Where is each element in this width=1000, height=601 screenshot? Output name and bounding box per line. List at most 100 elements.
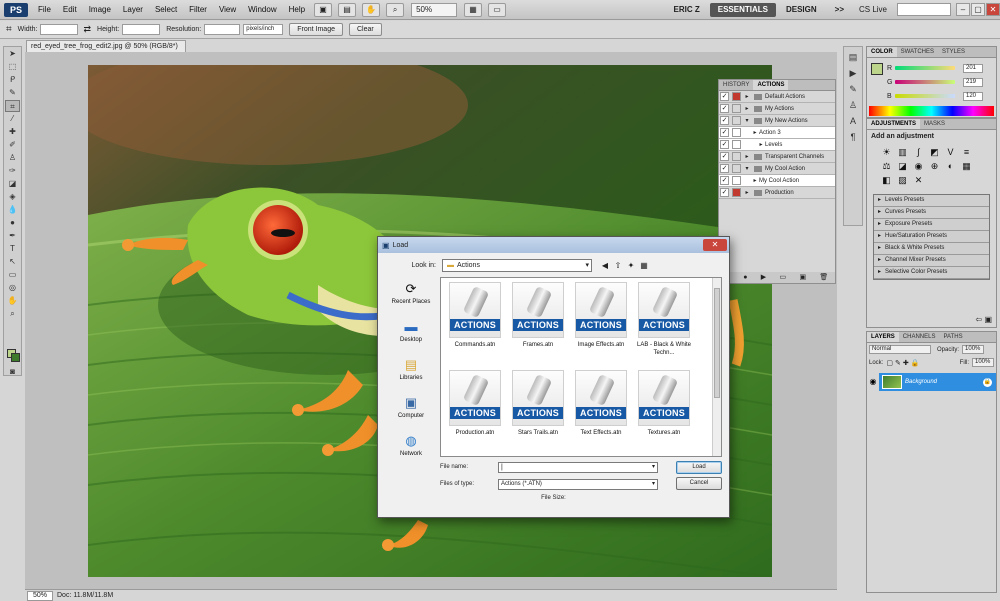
brushes-panel-icon[interactable]: ✎: [846, 83, 860, 95]
menu-view[interactable]: View: [213, 0, 242, 20]
3d-rotate-tool-icon[interactable]: ◎: [5, 282, 20, 294]
preset-curves[interactable]: Curves Presets: [874, 207, 989, 219]
menu-select[interactable]: Select: [149, 0, 183, 20]
green-value-field[interactable]: 219: [963, 77, 983, 87]
preset-channel-mixer[interactable]: Channel Mixer Presets: [874, 255, 989, 267]
place-computer[interactable]: ▣ Computer: [386, 395, 436, 431]
action-row[interactable]: ✓ ▸ My Actions: [719, 103, 835, 115]
arrange-documents-icon[interactable]: ▦: [464, 2, 483, 17]
dialog-toggle-icon[interactable]: [732, 188, 741, 197]
check-icon[interactable]: ✓: [720, 164, 729, 173]
clone-stamp-tool-icon[interactable]: ♙: [5, 152, 20, 164]
menu-file[interactable]: File: [32, 0, 57, 20]
check-icon[interactable]: ✓: [720, 140, 729, 149]
delete-icon[interactable]: 🗑: [819, 272, 828, 283]
file-item[interactable]: ACTIONS Textures.atn: [635, 370, 693, 450]
dodge-tool-icon[interactable]: ●: [5, 217, 20, 229]
file-name-input[interactable]: | ▾: [498, 462, 658, 473]
dialog-toggle-icon[interactable]: [732, 176, 741, 185]
expand-triangle-icon[interactable]: ▸: [751, 177, 759, 184]
hand-tool-icon[interactable]: ✋: [362, 2, 381, 17]
tab-color[interactable]: COLOR: [867, 47, 897, 57]
scrollbar-thumb[interactable]: [714, 288, 720, 398]
file-type-select[interactable]: Actions (*.ATN) ▾: [498, 479, 658, 490]
zoom-tool-icon[interactable]: ⌕: [386, 2, 405, 17]
width-input[interactable]: [40, 24, 79, 35]
workspace-more[interactable]: >>: [827, 3, 852, 17]
action-row[interactable]: ✓ ▸ Production: [719, 187, 835, 199]
new-action-icon[interactable]: ▣: [799, 272, 806, 283]
posterize-icon[interactable]: ▦: [961, 161, 972, 172]
chevron-down-icon[interactable]: ▾: [652, 463, 655, 472]
expand-triangle-icon[interactable]: ▸: [751, 129, 759, 136]
type-tool-icon[interactable]: T: [5, 243, 20, 255]
file-item[interactable]: ACTIONS Production.atn: [446, 370, 504, 450]
check-icon[interactable]: ✓: [720, 152, 729, 161]
file-item[interactable]: ACTIONS Image Effects.atn: [572, 282, 630, 362]
preset-levels[interactable]: Levels Presets: [874, 195, 989, 207]
expand-triangle-icon[interactable]: ▸: [743, 93, 751, 100]
file-item[interactable]: ACTIONS Frames.atn: [509, 282, 567, 362]
minimize-button[interactable]: –: [956, 3, 970, 16]
workspace-design[interactable]: DESIGN: [778, 3, 825, 17]
quick-select-tool-icon[interactable]: ✎: [5, 87, 20, 99]
actions-panel-icon[interactable]: ▶: [846, 67, 860, 79]
height-input[interactable]: [122, 24, 161, 35]
tab-masks[interactable]: MASKS: [920, 119, 949, 129]
maximize-button[interactable]: ▢: [971, 3, 985, 16]
eraser-tool-icon[interactable]: ◪: [5, 178, 20, 190]
red-value-field[interactable]: 201: [963, 63, 983, 73]
search-input[interactable]: [897, 3, 951, 16]
screen-mode-icon[interactable]: ▭: [488, 2, 507, 17]
dialog-toggle-icon[interactable]: [732, 92, 741, 101]
action-row[interactable]: ✓ ▸ Levels: [719, 139, 835, 151]
action-row[interactable]: ✓ ▾ My Cool Action: [719, 163, 835, 175]
place-libraries[interactable]: ▤ Libraries: [386, 357, 436, 393]
zoom-level-select[interactable]: 50%: [411, 2, 458, 17]
tab-channels[interactable]: CHANNELS: [899, 332, 940, 342]
photo-filter-icon[interactable]: ◉: [913, 161, 924, 172]
menu-image[interactable]: Image: [83, 0, 117, 20]
exposure-icon[interactable]: ◩: [929, 147, 940, 158]
place-recent-places[interactable]: ⟳ Recent Places: [386, 281, 436, 317]
lock-options-icon[interactable]: ▢✎✚🔒: [886, 359, 921, 367]
new-folder-icon[interactable]: ✦: [626, 261, 636, 271]
character-panel-icon[interactable]: A: [846, 115, 860, 127]
visibility-eye-icon[interactable]: ◉: [867, 373, 879, 391]
expand-triangle-icon[interactable]: ▸: [743, 105, 751, 112]
tab-actions[interactable]: ACTIONS: [753, 80, 789, 90]
background-color-swatch[interactable]: [11, 353, 20, 362]
dialog-title-bar[interactable]: ▣ Load ✕: [378, 237, 729, 253]
zoom-level-field[interactable]: 50%: [27, 590, 53, 601]
green-slider[interactable]: [895, 80, 955, 84]
workspace-user[interactable]: ERIC Z: [666, 3, 708, 17]
resolution-input[interactable]: [204, 24, 241, 35]
action-row[interactable]: ✓ ▾ My New Actions: [719, 115, 835, 127]
shape-tool-icon[interactable]: ▭: [5, 269, 20, 281]
swap-icon[interactable]: ⇄: [83, 24, 91, 35]
crop-tool-icon[interactable]: ⌗: [5, 100, 20, 112]
check-icon[interactable]: ✓: [720, 188, 729, 197]
file-item[interactable]: ACTIONS Stars Trails.atn: [509, 370, 567, 450]
vertical-scrollbar[interactable]: [712, 278, 721, 456]
color-panel-swatch[interactable]: [871, 63, 883, 75]
file-item[interactable]: ACTIONS Text Effects.atn: [572, 370, 630, 450]
clear-button[interactable]: Clear: [349, 23, 382, 36]
expand-triangle-icon[interactable]: ▸: [757, 141, 765, 148]
menu-filter[interactable]: Filter: [183, 0, 213, 20]
levels-icon[interactable]: ▥: [897, 147, 908, 158]
color-balance-icon[interactable]: ⚖: [881, 161, 892, 172]
quick-mask-icon[interactable]: ◙: [5, 366, 20, 378]
workspace-essentials[interactable]: ESSENTIALS: [709, 2, 776, 17]
new-set-icon[interactable]: ▭: [780, 272, 787, 283]
back-icon[interactable]: ◀: [600, 261, 610, 271]
eyedropper-tool-icon[interactable]: ⁄: [5, 113, 20, 125]
history-panel-icon[interactable]: ▤: [846, 51, 860, 63]
place-desktop[interactable]: ▬ Desktop: [386, 319, 436, 355]
clone-source-panel-icon[interactable]: ♙: [846, 99, 860, 111]
preset-hue-saturation[interactable]: Hue/Saturation Presets: [874, 231, 989, 243]
dialog-toggle-icon[interactable]: [732, 116, 741, 125]
color-spectrum-bar[interactable]: [869, 106, 994, 116]
expand-triangle-icon[interactable]: ▸: [743, 189, 751, 196]
action-row[interactable]: ✓ ▸ Transparent Channels: [719, 151, 835, 163]
